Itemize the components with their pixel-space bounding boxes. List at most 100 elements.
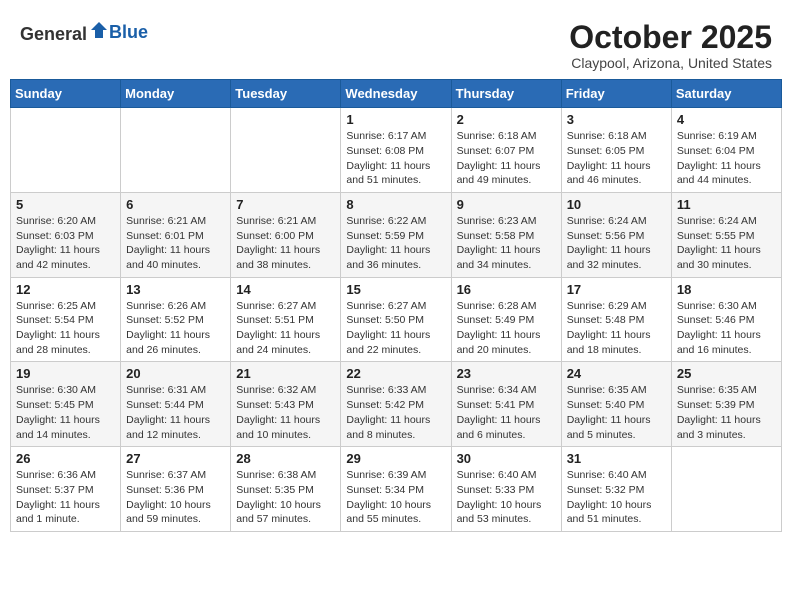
calendar-week-2: 5 Sunrise: 6:20 AMSunset: 6:03 PMDaylight… xyxy=(11,192,782,277)
day-number: 4 xyxy=(677,112,776,127)
weekday-header-wednesday: Wednesday xyxy=(341,80,451,108)
day-info: Sunrise: 6:22 AMSunset: 5:59 PMDaylight:… xyxy=(346,214,445,273)
calendar-week-5: 26Sunrise: 6:36 AMSunset: 5:37 PMDayligh… xyxy=(11,447,782,532)
day-info: Sunrise: 6:26 AMSunset: 5:52 PMDaylight:… xyxy=(126,299,225,358)
day-number: 16 xyxy=(457,282,556,297)
day-info: Sunrise: 6:35 AMSunset: 5:39 PMDaylight:… xyxy=(677,383,776,442)
day-info: Sunrise: 6:32 AMSunset: 5:43 PMDaylight:… xyxy=(236,383,335,442)
calendar-cell: 2 Sunrise: 6:18 AMSunset: 6:07 PMDaylight… xyxy=(451,108,561,193)
calendar-cell: 11Sunrise: 6:24 AMSunset: 5:55 PMDayligh… xyxy=(671,192,781,277)
calendar-cell: 31Sunrise: 6:40 AMSunset: 5:32 PMDayligh… xyxy=(561,447,671,532)
day-info: Sunrise: 6:37 AMSunset: 5:36 PMDaylight:… xyxy=(126,468,225,527)
day-number: 8 xyxy=(346,197,445,212)
day-info: Sunrise: 6:30 AMSunset: 5:46 PMDaylight:… xyxy=(677,299,776,358)
weekday-header-sunday: Sunday xyxy=(11,80,121,108)
day-info: Sunrise: 6:18 AMSunset: 6:07 PMDaylight:… xyxy=(457,129,556,188)
calendar-cell: 1 Sunrise: 6:17 AMSunset: 6:08 PMDaylight… xyxy=(341,108,451,193)
day-info: Sunrise: 6:29 AMSunset: 5:48 PMDaylight:… xyxy=(567,299,666,358)
day-number: 13 xyxy=(126,282,225,297)
calendar-cell xyxy=(121,108,231,193)
calendar-cell: 14 Sunrise: 6:27 AMSunset: 5:51 PMDayligh… xyxy=(231,277,341,362)
day-number: 26 xyxy=(16,451,115,466)
day-info: Sunrise: 6:18 AMSunset: 6:05 PMDaylight:… xyxy=(567,129,666,188)
logo-general: General xyxy=(20,24,87,44)
day-number: 12 xyxy=(16,282,115,297)
day-number: 19 xyxy=(16,366,115,381)
day-number: 29 xyxy=(346,451,445,466)
day-number: 17 xyxy=(567,282,666,297)
day-info: Sunrise: 6:39 AMSunset: 5:34 PMDaylight:… xyxy=(346,468,445,527)
day-number: 6 xyxy=(126,197,225,212)
calendar-cell: 3Sunrise: 6:18 AMSunset: 6:05 PMDaylight… xyxy=(561,108,671,193)
calendar-cell: 9Sunrise: 6:23 AMSunset: 5:58 PMDaylight… xyxy=(451,192,561,277)
calendar-cell: 10Sunrise: 6:24 AMSunset: 5:56 PMDayligh… xyxy=(561,192,671,277)
day-info: Sunrise: 6:30 AMSunset: 5:45 PMDaylight:… xyxy=(16,383,115,442)
calendar-week-1: 1 Sunrise: 6:17 AMSunset: 6:08 PMDaylight… xyxy=(11,108,782,193)
calendar-cell: 19 Sunrise: 6:30 AMSunset: 5:45 PMDayligh… xyxy=(11,362,121,447)
calendar-cell: 20 Sunrise: 6:31 AMSunset: 5:44 PMDayligh… xyxy=(121,362,231,447)
calendar-cell: 26Sunrise: 6:36 AMSunset: 5:37 PMDayligh… xyxy=(11,447,121,532)
month-title: October 2025 xyxy=(569,20,772,55)
calendar-cell xyxy=(671,447,781,532)
day-number: 20 xyxy=(126,366,225,381)
calendar-cell: 15 Sunrise: 6:27 AMSunset: 5:50 PMDayligh… xyxy=(341,277,451,362)
weekday-header-friday: Friday xyxy=(561,80,671,108)
calendar-cell: 4 Sunrise: 6:19 AMSunset: 6:04 PMDaylight… xyxy=(671,108,781,193)
day-number: 5 xyxy=(16,197,115,212)
day-number: 27 xyxy=(126,451,225,466)
day-number: 2 xyxy=(457,112,556,127)
weekday-header-row: SundayMondayTuesdayWednesdayThursdayFrid… xyxy=(11,80,782,108)
logo-icon xyxy=(89,20,109,40)
weekday-header-monday: Monday xyxy=(121,80,231,108)
logo: General Blue xyxy=(20,20,148,45)
calendar-week-3: 12 Sunrise: 6:25 AMSunset: 5:54 PMDayligh… xyxy=(11,277,782,362)
day-info: Sunrise: 6:19 AMSunset: 6:04 PMDaylight:… xyxy=(677,129,776,188)
day-number: 30 xyxy=(457,451,556,466)
day-number: 18 xyxy=(677,282,776,297)
day-info: Sunrise: 6:28 AMSunset: 5:49 PMDaylight:… xyxy=(457,299,556,358)
calendar-cell: 30Sunrise: 6:40 AMSunset: 5:33 PMDayligh… xyxy=(451,447,561,532)
day-number: 21 xyxy=(236,366,335,381)
page-header: General Blue October 2025 Claypool, Ariz… xyxy=(10,10,782,79)
day-info: Sunrise: 6:34 AMSunset: 5:41 PMDaylight:… xyxy=(457,383,556,442)
calendar-cell xyxy=(11,108,121,193)
day-info: Sunrise: 6:38 AMSunset: 5:35 PMDaylight:… xyxy=(236,468,335,527)
calendar-cell xyxy=(231,108,341,193)
calendar-cell: 8 Sunrise: 6:22 AMSunset: 5:59 PMDaylight… xyxy=(341,192,451,277)
calendar-week-4: 19 Sunrise: 6:30 AMSunset: 5:45 PMDayligh… xyxy=(11,362,782,447)
day-number: 11 xyxy=(677,197,776,212)
day-number: 24 xyxy=(567,366,666,381)
day-info: Sunrise: 6:25 AMSunset: 5:54 PMDaylight:… xyxy=(16,299,115,358)
title-area: October 2025 Claypool, Arizona, United S… xyxy=(569,20,772,71)
calendar-cell: 13 Sunrise: 6:26 AMSunset: 5:52 PMDayligh… xyxy=(121,277,231,362)
day-info: Sunrise: 6:27 AMSunset: 5:50 PMDaylight:… xyxy=(346,299,445,358)
calendar-cell: 18 Sunrise: 6:30 AMSunset: 5:46 PMDayligh… xyxy=(671,277,781,362)
calendar-cell: 23 Sunrise: 6:34 AMSunset: 5:41 PMDayligh… xyxy=(451,362,561,447)
calendar-cell: 27 Sunrise: 6:37 AMSunset: 5:36 PMDayligh… xyxy=(121,447,231,532)
day-number: 15 xyxy=(346,282,445,297)
weekday-header-thursday: Thursday xyxy=(451,80,561,108)
location-title: Claypool, Arizona, United States xyxy=(569,55,772,71)
calendar-cell: 21 Sunrise: 6:32 AMSunset: 5:43 PMDayligh… xyxy=(231,362,341,447)
calendar-cell: 12 Sunrise: 6:25 AMSunset: 5:54 PMDayligh… xyxy=(11,277,121,362)
day-number: 23 xyxy=(457,366,556,381)
calendar-cell: 24Sunrise: 6:35 AMSunset: 5:40 PMDayligh… xyxy=(561,362,671,447)
day-info: Sunrise: 6:23 AMSunset: 5:58 PMDaylight:… xyxy=(457,214,556,273)
day-info: Sunrise: 6:17 AMSunset: 6:08 PMDaylight:… xyxy=(346,129,445,188)
day-info: Sunrise: 6:40 AMSunset: 5:32 PMDaylight:… xyxy=(567,468,666,527)
day-info: Sunrise: 6:20 AMSunset: 6:03 PMDaylight:… xyxy=(16,214,115,273)
day-info: Sunrise: 6:21 AMSunset: 6:00 PMDaylight:… xyxy=(236,214,335,273)
day-number: 25 xyxy=(677,366,776,381)
day-number: 14 xyxy=(236,282,335,297)
day-info: Sunrise: 6:33 AMSunset: 5:42 PMDaylight:… xyxy=(346,383,445,442)
calendar-cell: 17 Sunrise: 6:29 AMSunset: 5:48 PMDayligh… xyxy=(561,277,671,362)
calendar-cell: 7Sunrise: 6:21 AMSunset: 6:00 PMDaylight… xyxy=(231,192,341,277)
logo-blue: Blue xyxy=(109,22,148,42)
day-info: Sunrise: 6:31 AMSunset: 5:44 PMDaylight:… xyxy=(126,383,225,442)
weekday-header-saturday: Saturday xyxy=(671,80,781,108)
calendar-cell: 16 Sunrise: 6:28 AMSunset: 5:49 PMDayligh… xyxy=(451,277,561,362)
calendar-cell: 25 Sunrise: 6:35 AMSunset: 5:39 PMDayligh… xyxy=(671,362,781,447)
day-info: Sunrise: 6:27 AMSunset: 5:51 PMDaylight:… xyxy=(236,299,335,358)
day-number: 1 xyxy=(346,112,445,127)
day-number: 28 xyxy=(236,451,335,466)
